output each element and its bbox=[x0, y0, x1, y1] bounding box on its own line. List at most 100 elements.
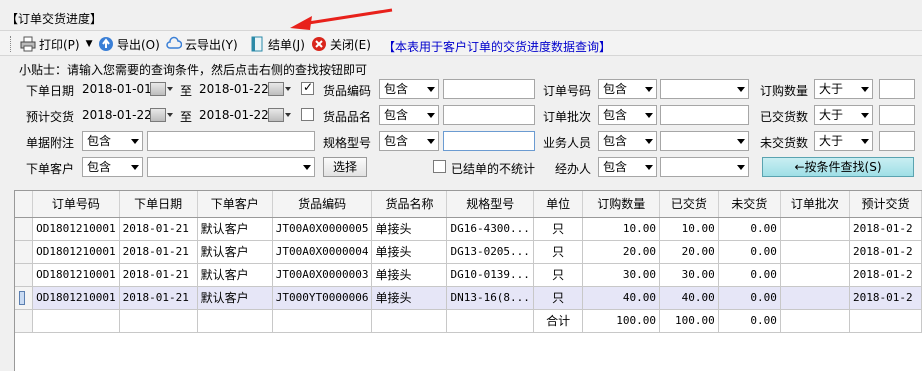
salesman-select[interactable] bbox=[660, 131, 749, 151]
order-no-select[interactable] bbox=[660, 79, 749, 99]
table-cell[interactable]: 20.00 bbox=[582, 240, 661, 264]
table-cell[interactable]: DN13-16(8... bbox=[446, 286, 534, 310]
table-cell[interactable]: 2018-01-21 bbox=[119, 217, 198, 241]
column-header[interactable]: 货品名称 bbox=[371, 191, 448, 218]
row-indicator[interactable] bbox=[15, 217, 34, 241]
order-batch-input[interactable] bbox=[660, 105, 749, 125]
calendar-icon[interactable] bbox=[268, 108, 291, 122]
table-cell[interactable]: 40.00 bbox=[659, 286, 719, 310]
plan-date-to-field[interactable]: 2018-01-22 bbox=[199, 105, 269, 125]
table-cell[interactable]: JT000YT0000006 bbox=[272, 286, 373, 310]
table-cell[interactable]: DG13-0205... bbox=[446, 240, 534, 264]
plan-date-from-field[interactable]: 2018-01-22 bbox=[82, 105, 152, 125]
table-row[interactable]: OD1801210001 2018-01-21 默认客户 JT000YT0000006… bbox=[15, 286, 922, 310]
table-cell[interactable]: 单接头 bbox=[371, 286, 448, 310]
table-cell[interactable]: OD1801210001 bbox=[32, 240, 120, 264]
order-batch-operator-select[interactable]: 包含 bbox=[598, 105, 657, 125]
column-header[interactable]: 订单号码 bbox=[32, 191, 120, 218]
calendar-icon[interactable] bbox=[150, 82, 173, 96]
table-cell[interactable]: DG16-4300... bbox=[446, 217, 534, 241]
product-name-operator-select[interactable]: 包含 bbox=[379, 105, 439, 125]
spec-input[interactable] bbox=[443, 131, 535, 151]
table-cell[interactable]: 默认客户 bbox=[197, 240, 273, 264]
table-cell[interactable]: 30.00 bbox=[582, 263, 661, 287]
table-cell[interactable] bbox=[780, 240, 850, 264]
table-row[interactable]: OD1801210001 2018-01-21 默认客户 JT00A0X0000003… bbox=[15, 263, 922, 287]
table-cell[interactable]: 单接头 bbox=[371, 263, 448, 287]
customer-select[interactable] bbox=[147, 157, 315, 177]
product-name-input[interactable] bbox=[443, 105, 535, 125]
search-button[interactable]: ←按条件查找(S) bbox=[762, 157, 914, 177]
table-cell[interactable]: 只 bbox=[533, 263, 584, 287]
table-cell[interactable]: 只 bbox=[533, 217, 584, 241]
select-button[interactable]: 选择 bbox=[323, 157, 367, 177]
results-grid[interactable]: 订单号码 下单日期 下单客户 货品编码 货品名称 规格型号 单位 订购数量 已交… bbox=[14, 190, 922, 371]
table-cell[interactable]: 2018-01-2 bbox=[849, 240, 922, 264]
table-cell[interactable]: 40.00 bbox=[582, 286, 661, 310]
table-cell[interactable]: 2018-01-21 bbox=[119, 263, 198, 287]
row-indicator[interactable] bbox=[15, 240, 34, 264]
column-header[interactable]: 订购数量 bbox=[582, 191, 661, 218]
cloud-export-button[interactable]: 云导出(Y) bbox=[166, 35, 238, 53]
product-code-input[interactable] bbox=[443, 79, 535, 99]
undelivered-input[interactable] bbox=[879, 131, 915, 151]
toolbar-grip[interactable] bbox=[10, 36, 13, 52]
table-cell[interactable]: 单接头 bbox=[371, 217, 448, 241]
table-cell[interactable]: JT00A0X0000005 bbox=[272, 217, 373, 241]
table-cell[interactable]: 2018-01-2 bbox=[849, 217, 922, 241]
column-header[interactable]: 下单日期 bbox=[119, 191, 198, 218]
table-cell[interactable]: 只 bbox=[533, 286, 584, 310]
salesman-operator-select[interactable]: 包含 bbox=[598, 131, 657, 151]
table-cell[interactable]: 2018-01-21 bbox=[119, 286, 198, 310]
plan-date-checkbox[interactable] bbox=[301, 108, 314, 121]
table-cell[interactable]: OD1801210001 bbox=[32, 217, 120, 241]
table-cell[interactable]: OD1801210001 bbox=[32, 263, 120, 287]
remark-input[interactable] bbox=[147, 131, 315, 151]
table-cell[interactable]: 单接头 bbox=[371, 240, 448, 264]
row-indicator[interactable] bbox=[15, 263, 34, 287]
table-cell[interactable] bbox=[780, 217, 850, 241]
customer-operator-select[interactable]: 包含 bbox=[82, 157, 143, 177]
table-cell[interactable]: DG10-0139... bbox=[446, 263, 534, 287]
calendar-icon[interactable] bbox=[268, 82, 291, 96]
undelivered-operator-select[interactable]: 大于 bbox=[814, 131, 873, 151]
column-header[interactable]: 未交货 bbox=[718, 191, 781, 218]
table-cell[interactable]: 10.00 bbox=[659, 217, 719, 241]
close-order-button[interactable]: 结单(J) bbox=[249, 35, 305, 53]
product-code-operator-select[interactable]: 包含 bbox=[379, 79, 439, 99]
column-header[interactable]: 下单客户 bbox=[197, 191, 273, 218]
column-header[interactable]: 订单批次 bbox=[780, 191, 850, 218]
column-header[interactable]: 规格型号 bbox=[446, 191, 534, 218]
delivered-operator-select[interactable]: 大于 bbox=[814, 105, 873, 125]
calendar-icon[interactable] bbox=[150, 108, 173, 122]
column-header[interactable]: 预计交货 bbox=[849, 191, 922, 218]
table-row[interactable]: OD1801210001 2018-01-21 默认客户 JT00A0X0000004… bbox=[15, 240, 922, 264]
table-cell[interactable]: 10.00 bbox=[582, 217, 661, 241]
table-cell[interactable]: 0.00 bbox=[718, 217, 781, 241]
table-cell[interactable]: 30.00 bbox=[659, 263, 719, 287]
column-header[interactable]: 已交货 bbox=[659, 191, 719, 218]
table-cell[interactable]: 0.00 bbox=[718, 263, 781, 287]
table-cell[interactable]: 只 bbox=[533, 240, 584, 264]
spec-operator-select[interactable]: 包含 bbox=[379, 131, 439, 151]
table-cell[interactable]: 2018-01-21 bbox=[119, 240, 198, 264]
table-cell[interactable]: 默认客户 bbox=[197, 286, 273, 310]
exclude-closed-checkbox[interactable] bbox=[433, 160, 446, 173]
table-cell[interactable]: 0.00 bbox=[718, 240, 781, 264]
chevron-down-icon[interactable]: ▼ bbox=[86, 39, 93, 49]
column-header[interactable]: 单位 bbox=[533, 191, 584, 218]
table-cell[interactable]: 2018-01-2 bbox=[849, 263, 922, 287]
column-header[interactable]: 货品编码 bbox=[272, 191, 373, 218]
close-button[interactable]: 关闭(E) bbox=[311, 35, 371, 53]
table-cell[interactable]: 默认客户 bbox=[197, 263, 273, 287]
remark-operator-select[interactable]: 包含 bbox=[82, 131, 143, 151]
delivered-input[interactable] bbox=[879, 105, 915, 125]
export-button[interactable]: 导出(O) bbox=[98, 35, 160, 53]
table-cell[interactable]: 2018-01-2 bbox=[849, 286, 922, 310]
order-date-to-field[interactable]: 2018-01-22 bbox=[199, 79, 269, 99]
table-cell[interactable]: 默认客户 bbox=[197, 217, 273, 241]
order-no-operator-select[interactable]: 包含 bbox=[598, 79, 657, 99]
table-cell[interactable]: 20.00 bbox=[659, 240, 719, 264]
table-cell[interactable]: JT00A0X0000003 bbox=[272, 263, 373, 287]
table-cell[interactable]: OD1801210001 bbox=[32, 286, 120, 310]
